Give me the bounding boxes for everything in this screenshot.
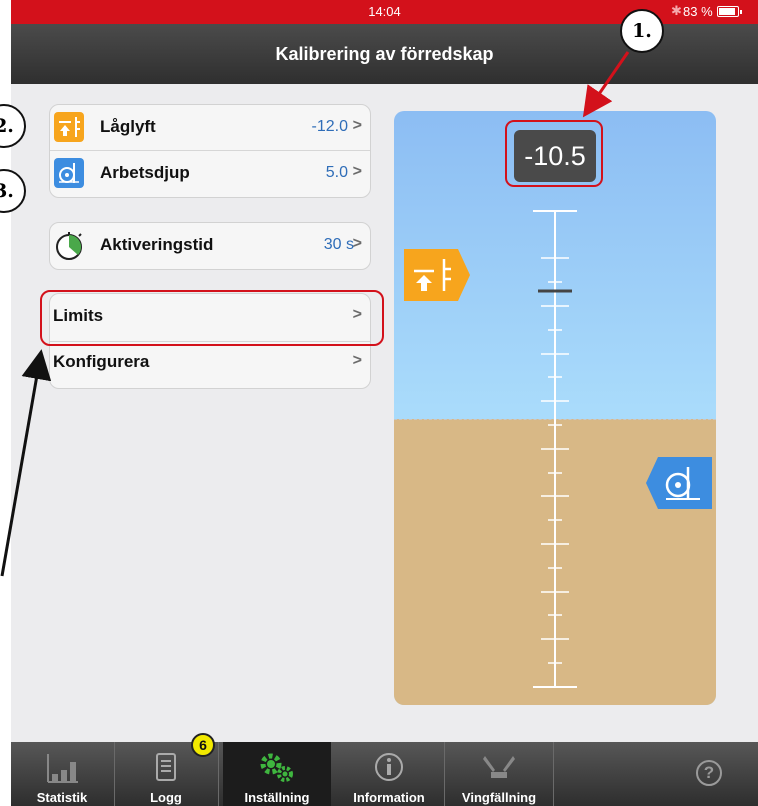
- setting-row-aktiveringstid[interactable]: Aktiveringstid 30 s >: [50, 223, 370, 269]
- app-frame: 14:04 ✱ 83 % Kalibrering av förredskap L…: [11, 0, 758, 806]
- work-depth-marker-icon: [646, 457, 712, 509]
- lift-low-icon: [54, 112, 84, 142]
- timer-icon: [54, 230, 84, 260]
- tab-label: Inställning: [244, 790, 310, 805]
- tab-label: Statistik: [36, 790, 88, 805]
- setting-value: 5.0: [325, 164, 348, 181]
- setting-row-arbetsdjup[interactable]: Arbetsdjup 5.0 >: [50, 151, 370, 197]
- help-icon[interactable]: ?: [696, 760, 722, 786]
- depth-gauge: -10.5: [394, 111, 716, 705]
- tab-label: Vingfällning: [461, 790, 537, 805]
- bar-chart-icon: [47, 754, 78, 783]
- tab-vingfallning[interactable]: Vingfällning: [445, 742, 553, 806]
- setting-value: 30 s: [323, 236, 354, 253]
- setting-row-laglyft[interactable]: Låglyft -12.0 >: [50, 105, 370, 151]
- battery-icon: [717, 6, 742, 17]
- lift-low-marker-icon: [404, 249, 470, 301]
- setting-label: Låglyft: [100, 117, 156, 136]
- tab-statistik[interactable]: Statistik: [11, 742, 113, 806]
- setting-label: Arbetsdjup: [100, 163, 190, 182]
- depth-scale: [533, 210, 577, 688]
- setting-value: -12.0: [311, 118, 348, 135]
- chevron-right-icon: >: [352, 352, 362, 369]
- info-icon: [375, 753, 403, 781]
- calibration-settings-group: Låglyft -12.0 > Arbetsdjup 5.0 >: [49, 104, 371, 198]
- document-icon: [156, 753, 176, 781]
- limits-highlight: [40, 290, 384, 346]
- bluetooth-icon: ✱: [671, 3, 682, 18]
- tab-label: Information: [353, 790, 425, 805]
- callout-1: 1.: [620, 9, 664, 53]
- setting-row-konfigurera[interactable]: Konfigurera >: [50, 342, 370, 388]
- tab-information[interactable]: Information: [335, 742, 443, 806]
- battery-percent: 83 %: [683, 4, 713, 19]
- wing-fold-icon: [483, 756, 515, 778]
- depth-readout: -10.5: [514, 130, 596, 182]
- work-depth-icon: [54, 158, 84, 188]
- chevron-right-icon: >: [352, 235, 362, 252]
- tab-bar: Statistik Logg 6 Inställning Information…: [11, 733, 758, 806]
- chevron-right-icon: >: [352, 117, 362, 134]
- setting-label: Konfigurera: [53, 352, 150, 371]
- tab-installning[interactable]: Inställning: [223, 742, 331, 806]
- timer-settings-group: Aktiveringstid 30 s >: [49, 222, 371, 270]
- tab-label: Logg: [150, 790, 182, 805]
- gears-icon: [260, 753, 293, 782]
- chevron-right-icon: >: [352, 163, 362, 180]
- setting-label: Aktiveringstid: [100, 235, 214, 254]
- notification-badge: 6: [191, 733, 215, 757]
